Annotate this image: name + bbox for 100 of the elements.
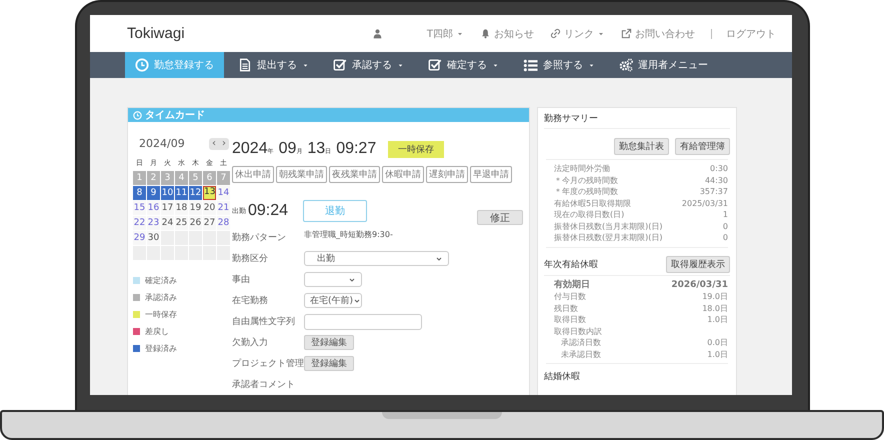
calendar-day[interactable]: 14 xyxy=(217,186,230,200)
current-time: 09:27 xyxy=(336,140,376,158)
summary-label: 振替休日残数(当月末期限)(日) xyxy=(554,220,662,232)
summary-label: 法定時間外労働 xyxy=(554,163,610,174)
calendar-day[interactable]: 24 xyxy=(161,216,174,230)
calendar-day[interactable]: 9 xyxy=(147,186,160,200)
nav-tab[interactable]: 承認する xyxy=(323,52,414,78)
prev-button[interactable]: ‹ xyxy=(212,138,216,150)
request-button[interactable]: 朝残業申請 xyxy=(276,166,327,183)
field-label: 欠勤入力 xyxy=(232,336,269,349)
legend-label: 差戻し xyxy=(145,326,169,337)
nav-tab[interactable]: 提出する xyxy=(228,52,319,78)
field-label: 勤務区分 xyxy=(232,252,269,265)
leave-value: 19.0日 xyxy=(702,291,728,302)
leave-label: 有効期日 xyxy=(554,280,590,291)
calendar-day[interactable]: 20 xyxy=(203,201,216,215)
leave-label: 未承認日数 xyxy=(561,348,601,360)
section-title: 結婚休暇 xyxy=(544,370,581,383)
field-label: 自由属性文字列 xyxy=(232,316,296,328)
nav-tab[interactable]: 確定する xyxy=(418,52,509,78)
calendar-day[interactable]: 8 xyxy=(133,186,146,200)
header-link[interactable]: リンク xyxy=(550,26,605,40)
select-field[interactable] xyxy=(304,272,362,287)
request-button[interactable]: 早退申請 xyxy=(470,166,512,183)
summary-label: ＊今月の残時間数 xyxy=(554,174,618,186)
user-menu[interactable]: T四郎 xyxy=(426,26,464,40)
nav-tab[interactable]: 参照する xyxy=(513,52,605,78)
request-button[interactable]: 休出申請 xyxy=(232,166,274,183)
header-link[interactable]: お知らせ xyxy=(480,26,534,40)
app-logo[interactable]: Tokiwagi xyxy=(127,25,185,42)
list-icon xyxy=(523,58,538,72)
leave-value: 0.0日 xyxy=(707,337,728,348)
request-button[interactable]: 休暇申請 xyxy=(382,166,424,183)
calendar-day[interactable]: 18 xyxy=(175,201,188,215)
calendar-day[interactable]: 21 xyxy=(217,201,230,215)
legend-label: 承認済み xyxy=(145,292,177,303)
request-button[interactable]: 夜残業申請 xyxy=(329,166,380,183)
clock-icon xyxy=(133,110,142,120)
summary-label: 現在の取得日数(日) xyxy=(554,209,624,220)
link-icon xyxy=(550,28,561,39)
field-label: 在宅勤務 xyxy=(232,294,269,307)
caret-icon xyxy=(492,62,499,68)
checkbox-icon xyxy=(428,58,442,72)
edit-button[interactable]: 登録編集 xyxy=(304,335,354,350)
leave-label: 残日数 xyxy=(554,302,578,314)
select-field[interactable]: 在宅(午前) xyxy=(304,293,362,308)
caret-icon xyxy=(397,62,404,68)
calendar-day[interactable]: 12 xyxy=(189,186,202,200)
request-button[interactable]: 遅刻申請 xyxy=(426,166,468,183)
leave-label: 取得日数内訳 xyxy=(554,326,602,337)
summary-value: 357:37 xyxy=(700,186,728,198)
calendar-day[interactable]: 15 xyxy=(133,201,146,215)
summary-label: ＊年度の残時間数 xyxy=(554,186,618,198)
external-icon xyxy=(621,28,632,39)
calendar-day[interactable]: 23 xyxy=(147,216,160,230)
calendar-day[interactable]: 30 xyxy=(147,231,160,245)
calendar-day[interactable]: 25 xyxy=(175,216,188,230)
header-link[interactable]: ログアウト xyxy=(726,26,776,40)
summary-label: 有給休暇5日取得期限 xyxy=(554,198,632,209)
clock-in-time: 09:24 xyxy=(248,202,288,220)
legend-label: 登録済み xyxy=(145,343,177,354)
select-field[interactable]: 出勤 xyxy=(304,251,449,266)
calendar-day[interactable]: 22 xyxy=(133,216,146,230)
field-label: 承認者コメント xyxy=(232,378,296,391)
report-button[interactable]: 有給管理簿 xyxy=(675,138,730,155)
calendar-day[interactable]: 26 xyxy=(189,216,202,230)
summary-title: 勤務サマリー xyxy=(544,108,730,129)
summary-value: 2025/03/31 xyxy=(682,198,728,209)
card-title: タイムカード xyxy=(145,109,205,122)
edit-button[interactable]: 登録編集 xyxy=(304,356,354,371)
calendar-day[interactable]: 28 xyxy=(217,216,230,230)
text-input[interactable] xyxy=(304,314,422,330)
legend-label: 確定済み xyxy=(145,275,177,286)
calendar-day[interactable]: 16 xyxy=(147,201,160,215)
summary-label: 振替休日残数(翌月末期限)(日) xyxy=(554,232,662,244)
date-number: 09 xyxy=(278,140,296,158)
calendar-day[interactable]: 13 xyxy=(203,186,216,200)
field-value: 非管理職_時短勤務9:30- xyxy=(304,229,393,240)
calendar-day[interactable]: 10 xyxy=(161,186,174,200)
date-number: 2024 xyxy=(232,140,268,158)
calendar-day[interactable]: 11 xyxy=(175,186,188,200)
calendar-day[interactable]: 19 xyxy=(189,201,202,215)
leave-value: 18.0日 xyxy=(702,302,728,314)
chevron-icon xyxy=(348,276,356,284)
nav-tab[interactable]: 運用者メニュー xyxy=(609,52,718,78)
chevron-icon xyxy=(353,296,362,304)
header-link[interactable]: お問い合わせ xyxy=(621,26,695,40)
month-label: 2024/09 xyxy=(139,137,185,150)
next-button[interactable]: › xyxy=(222,138,226,150)
calendar-day[interactable]: 29 xyxy=(133,231,146,245)
section-title: 年次有給休暇 xyxy=(544,258,598,270)
history-button[interactable]: 取得履歴表示 xyxy=(666,256,730,272)
chevron-icon xyxy=(435,254,443,262)
calendar-day[interactable]: 17 xyxy=(161,201,174,215)
leave-value: 2026/03/31 xyxy=(671,280,728,291)
fix-button[interactable]: 修正 xyxy=(477,210,523,225)
summary-value: 0 xyxy=(722,232,728,244)
date-number: 13 xyxy=(307,140,326,158)
report-button[interactable]: 勤怠集計表 xyxy=(614,138,669,155)
calendar-day[interactable]: 27 xyxy=(203,216,216,230)
